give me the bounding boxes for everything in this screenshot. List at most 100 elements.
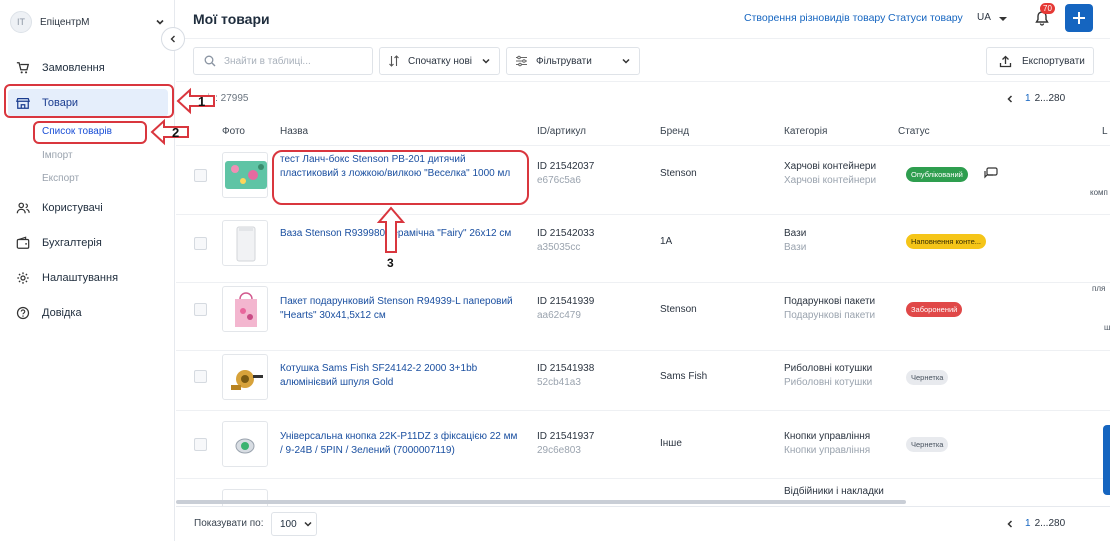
brand-value: Sams Fish — [660, 371, 708, 382]
category-value: Відбійники і накладки — [784, 486, 884, 497]
annotation-arrow-2 — [150, 118, 189, 146]
wallet-icon — [16, 236, 30, 249]
bottom-pagination: 1 2...280 — [1005, 518, 1065, 529]
category-main: Вази — [784, 228, 807, 239]
status-badge: Опублікований — [906, 167, 968, 182]
product-name-link[interactable]: Універсальна кнопка 22K-P11DZ з фіксаціє… — [280, 430, 518, 458]
category-main: Харчові контейнери — [784, 161, 877, 172]
category-sub: Риболовні котушки — [784, 377, 873, 388]
filter-label: Фільтрувати — [536, 55, 592, 67]
category-main: Кнопки управління — [784, 431, 871, 442]
page-current[interactable]: 1 — [1025, 518, 1031, 529]
brand-value: Stenson — [660, 304, 697, 315]
row-checkbox[interactable] — [194, 237, 207, 250]
chevron-left-icon[interactable] — [1005, 94, 1015, 104]
filter-dropdown[interactable]: Фільтрувати — [506, 47, 640, 75]
side-widget-tab[interactable] — [1103, 425, 1110, 495]
org-switcher[interactable]: IT ЕпіцентрМ — [10, 10, 165, 34]
sidebar-subitem-export[interactable]: Експорт — [42, 173, 79, 184]
annotation-box-2 — [33, 121, 147, 144]
table-row[interactable]: Котушка Sams Fish SF24142-2 2000 3+1bb а… — [176, 343, 1110, 411]
avatar: IT — [10, 11, 32, 33]
table-row[interactable]: Пакет подарунковий Stenson R94939-L папе… — [176, 283, 1110, 351]
comment-icon[interactable] — [984, 167, 998, 180]
category-value: Подарункові пакети Подарункові пакети — [784, 295, 875, 323]
column-id[interactable]: ID/артикул — [537, 126, 586, 137]
collapse-sidebar-button[interactable] — [161, 27, 185, 51]
table-row[interactable]: Універсальна кнопка 22K-P11DZ з фіксаціє… — [176, 411, 1110, 479]
search-input[interactable] — [224, 55, 354, 67]
sort-dropdown[interactable]: Спочатку нові — [379, 47, 500, 75]
sort-label: Спочатку нові — [408, 55, 472, 67]
per-page-select[interactable]: 100 — [271, 512, 317, 536]
page-range[interactable]: 2...280 — [1035, 93, 1066, 104]
sidebar-item-label: Замовлення — [42, 62, 105, 74]
chevron-left-icon — [170, 35, 175, 43]
annotation-box-3 — [272, 150, 529, 205]
export-button[interactable]: Експортувати — [986, 47, 1094, 75]
sidebar: IT ЕпіцентрМ Замовлення Товари Список то… — [0, 0, 175, 541]
users-icon — [16, 202, 30, 214]
column-category[interactable]: Категорія — [784, 126, 827, 137]
add-product-button[interactable] — [1065, 4, 1093, 32]
status-badge: Заборонений — [906, 302, 963, 317]
row-checkbox[interactable] — [194, 438, 207, 451]
plus-icon — [1073, 12, 1085, 24]
toolbar: Спочатку нові Фільтрувати Експортувати — [176, 38, 1110, 82]
row-checkbox[interactable] — [194, 370, 207, 383]
create-variants-link[interactable]: Створення різновидів товару — [744, 12, 885, 24]
sort-icon — [389, 55, 399, 67]
id-value: ID 21541938 — [537, 363, 595, 374]
gear-icon — [17, 272, 29, 284]
category-value: Кнопки управління Кнопки управління — [784, 430, 870, 458]
brand-value: 1A — [660, 236, 673, 247]
product-thumbnail — [222, 286, 268, 332]
article-value: 52cb41a3 — [537, 377, 581, 388]
chevron-left-icon[interactable] — [1005, 519, 1015, 529]
table-footer: Показувати по: 100 1 2...280 — [176, 506, 1110, 541]
table-row[interactable]: Відбійники і накладки — [176, 479, 1110, 509]
product-statuses-link[interactable]: Статуси товару — [888, 12, 963, 24]
chevron-down-icon — [482, 58, 490, 64]
column-brand[interactable]: Бренд — [660, 126, 689, 137]
category-value: Харчові контейнери Харчові контейнери — [784, 160, 876, 188]
sidebar-item-label: Користувачі — [42, 202, 103, 214]
product-name-link[interactable]: Пакет подарунковий Stenson R94939-L папе… — [280, 295, 518, 323]
page-current[interactable]: 1 — [1025, 93, 1031, 104]
product-thumbnail — [222, 354, 268, 400]
top-pagination: 1 2...280 — [1005, 93, 1065, 104]
category-main: Подарункові пакети — [784, 296, 876, 307]
sidebar-item-accounting[interactable]: Бухгалтерія — [8, 229, 168, 257]
page-range[interactable]: 2...280 — [1035, 518, 1066, 529]
product-thumbnail — [222, 421, 268, 467]
product-thumbnail — [222, 220, 268, 266]
sidebar-subitem-import[interactable]: Імпорт — [42, 150, 73, 161]
id-value: ID 21542037 — [537, 161, 595, 172]
search-box[interactable] — [193, 47, 373, 75]
table-header: Фото Назва ID/артикул Бренд Категорія Ст… — [176, 118, 1110, 146]
row-checkbox[interactable] — [194, 303, 207, 316]
annotation-number-1: 1 — [198, 94, 206, 109]
sidebar-item-help[interactable]: Довідка — [8, 299, 168, 327]
horizontal-scrollbar[interactable] — [176, 500, 906, 504]
brand-value: Stenson — [660, 168, 697, 179]
column-photo: Фото — [222, 126, 245, 137]
article-value: a35035cc — [537, 242, 581, 253]
notification-badge: 70 — [1040, 3, 1055, 14]
sidebar-item-orders[interactable]: Замовлення — [8, 54, 168, 82]
product-name-link[interactable]: Котушка Sams Fish SF24142-2 2000 3+1bb а… — [280, 362, 518, 390]
category-sub: Подарункові пакети — [784, 310, 876, 321]
column-name[interactable]: Назва — [280, 126, 308, 137]
annotation-number-2: 2 — [172, 125, 180, 140]
column-status[interactable]: Статус — [898, 126, 930, 137]
sidebar-item-label: Налаштування — [42, 272, 119, 284]
annotation-arrow-3 — [376, 206, 406, 253]
sidebar-item-settings[interactable]: Налаштування — [8, 264, 168, 292]
category-sub: Кнопки управління — [784, 445, 871, 456]
annotation-arrow-1 — [176, 87, 215, 115]
language-select[interactable]: UA — [977, 12, 991, 23]
table-row[interactable]: Ваза Stenson R939980 керамічна "Fairy" 2… — [176, 215, 1110, 293]
row-checkbox[interactable] — [194, 169, 207, 182]
sidebar-item-users[interactable]: Користувачі — [8, 194, 168, 222]
article-value: e676c5a6 — [537, 175, 581, 186]
